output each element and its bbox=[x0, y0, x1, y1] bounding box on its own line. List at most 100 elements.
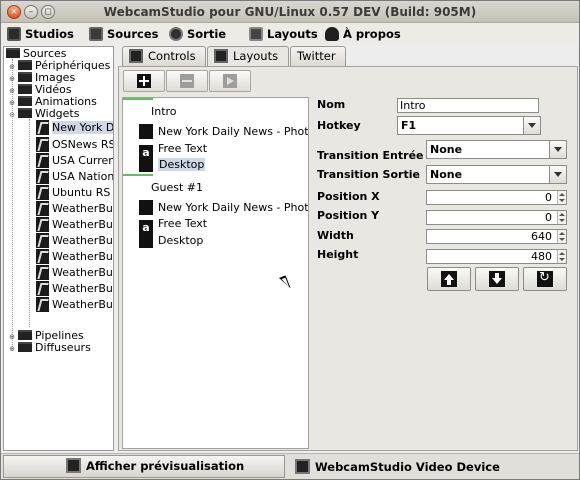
tree-widget-item[interactable]: Ubuntu RS bbox=[36, 185, 110, 200]
menu-sortie[interactable]: Sortie bbox=[169, 25, 226, 43]
menu-studios[interactable]: Studios bbox=[7, 25, 74, 43]
widget-icon bbox=[36, 153, 49, 168]
expand-toggle-icon[interactable]: ⊕ bbox=[8, 99, 16, 107]
chevron-down-icon[interactable] bbox=[523, 117, 540, 134]
layout-item[interactable]: a Free Text bbox=[139, 141, 207, 160]
expand-toggle-icon[interactable]: ⊕ bbox=[8, 87, 16, 95]
sources-icon bbox=[89, 27, 103, 41]
layout-group-label: Intro bbox=[151, 105, 177, 118]
position-x-label: Position X bbox=[317, 190, 380, 203]
show-preview-button[interactable]: Afficher prévisualisation bbox=[3, 455, 285, 478]
expand-toggle-icon[interactable]: ⊕ bbox=[8, 345, 16, 353]
app-window: × – ◻ WebcamStudio pour GNU/Linux 0.57 D… bbox=[0, 0, 580, 480]
transition-out-label: Transition Sortie bbox=[317, 168, 420, 181]
refresh-button[interactable] bbox=[523, 267, 567, 291]
expand-toggle-icon[interactable]: ⊕ bbox=[8, 333, 16, 341]
layout-item-label: New York Daily News - Photo bbox=[158, 125, 309, 138]
layout-item-label: Desktop bbox=[158, 158, 206, 171]
collapse-toggle-icon[interactable]: ⊖ bbox=[8, 111, 16, 119]
folder-icon bbox=[18, 96, 32, 106]
folder-icon bbox=[6, 48, 20, 58]
tree-widget-item[interactable]: WeatherBu bbox=[36, 265, 113, 280]
layout-group-guest[interactable]: Guest #1 bbox=[151, 180, 203, 196]
layout-item-label: New York Daily News - Photo bbox=[158, 201, 309, 214]
layout-item[interactable]: Desktop bbox=[139, 157, 206, 173]
tree-widget-label: WeatherBu bbox=[52, 202, 113, 215]
height-input[interactable]: 480 bbox=[426, 249, 567, 264]
video-device-status: WebcamStudio Video Device bbox=[295, 458, 500, 476]
spinner-arrows-icon[interactable] bbox=[557, 250, 566, 263]
tree-widget-item[interactable]: WeatherBu bbox=[36, 217, 113, 232]
tree-item-widgets[interactable]: ⊖ Widgets bbox=[8, 107, 79, 121]
expand-toggle-icon[interactable]: ⊕ bbox=[8, 63, 16, 71]
expand-toggle-icon[interactable]: ⊕ bbox=[8, 75, 16, 83]
nom-input[interactable]: Intro bbox=[397, 98, 539, 113]
position-x-input[interactable]: 0 bbox=[426, 190, 567, 205]
output-icon bbox=[169, 27, 183, 41]
arrow-up-icon bbox=[441, 271, 457, 287]
activate-layout-button[interactable] bbox=[209, 70, 251, 92]
spinner-arrows-icon[interactable] bbox=[557, 211, 566, 224]
tree-widget-label: WeatherBu bbox=[52, 298, 113, 311]
tree-widget-item[interactable]: OSNews RS bbox=[36, 137, 114, 152]
menu-sortie-label: Sortie bbox=[187, 27, 227, 41]
menu-sources[interactable]: Sources bbox=[89, 25, 159, 43]
widget-icon bbox=[36, 233, 49, 248]
tree-widget-item[interactable]: WeatherBu bbox=[36, 233, 113, 248]
transition-in-select[interactable]: None bbox=[426, 140, 567, 159]
tree-widget-label: USA Curren bbox=[52, 154, 114, 167]
widget-icon bbox=[36, 281, 49, 296]
move-down-button[interactable] bbox=[475, 267, 519, 291]
tree-widget-item[interactable]: WeatherBu bbox=[36, 297, 113, 312]
layout-item[interactable]: Desktop bbox=[139, 233, 203, 249]
about-icon bbox=[325, 27, 339, 41]
move-up-button[interactable] bbox=[427, 267, 471, 291]
tree-widget-item[interactable]: WeatherBu bbox=[36, 201, 113, 216]
tree-widget-label: OSNews RS bbox=[52, 138, 114, 151]
controls-icon bbox=[129, 49, 143, 63]
tab-controls[interactable]: Controls bbox=[122, 46, 206, 66]
hotkey-select[interactable]: F1 bbox=[397, 116, 541, 135]
add-layout-button[interactable] bbox=[123, 70, 165, 92]
layout-item[interactable]: a Free Text bbox=[139, 216, 208, 235]
widget-icon bbox=[36, 265, 49, 280]
folder-icon bbox=[18, 60, 32, 70]
spinner-arrows-icon[interactable] bbox=[557, 230, 566, 243]
menu-layouts[interactable]: Layouts bbox=[249, 25, 318, 43]
tab-layouts[interactable]: Layouts bbox=[207, 46, 289, 67]
tree-widget-item[interactable]: USA Nation bbox=[36, 169, 113, 184]
position-x-value: 0 bbox=[545, 191, 552, 204]
menu-studios-label: Studios bbox=[25, 27, 74, 41]
widget-icon bbox=[36, 297, 49, 312]
chevron-down-icon[interactable] bbox=[549, 141, 566, 158]
tree-widget-item[interactable]: USA Curren bbox=[36, 153, 114, 168]
tree-item-label: Widgets bbox=[35, 107, 80, 120]
tree-widget-item[interactable]: WeatherBu bbox=[36, 249, 113, 264]
nom-label: Nom bbox=[317, 98, 346, 111]
tree-widget-item[interactable]: WeatherBu bbox=[36, 281, 113, 296]
chevron-down-icon[interactable] bbox=[549, 166, 566, 183]
transition-in-label: Transition Entrée bbox=[317, 149, 424, 162]
menu-apropos[interactable]: À propos bbox=[325, 25, 401, 43]
layout-item[interactable]: New York Daily News - Photo bbox=[139, 124, 309, 140]
active-layout-indicator bbox=[123, 98, 153, 100]
transition-out-value: None bbox=[430, 168, 463, 181]
transition-in-value: None bbox=[430, 143, 463, 156]
spinner-arrows-icon[interactable] bbox=[557, 191, 566, 204]
tree-widget-label: WeatherBu bbox=[52, 266, 113, 279]
layout-item-label: Free Text bbox=[158, 217, 208, 230]
remove-layout-button[interactable] bbox=[166, 70, 208, 92]
widget-icon bbox=[36, 249, 49, 264]
width-input[interactable]: 640 bbox=[426, 229, 567, 244]
hotkey-value: F1 bbox=[401, 119, 417, 132]
layout-group-intro[interactable]: Intro bbox=[151, 104, 177, 120]
layout-item[interactable]: New York Daily News - Photo bbox=[139, 200, 309, 216]
tree-item-diffuseurs[interactable]: ⊕ Diffuseurs bbox=[8, 341, 91, 355]
refresh-icon bbox=[537, 270, 553, 287]
position-y-input[interactable]: 0 bbox=[426, 210, 567, 225]
window-title: WebcamStudio pour GNU/Linux 0.57 DEV (Bu… bbox=[103, 5, 477, 19]
tree-widget-item[interactable]: New York D bbox=[36, 120, 113, 135]
transition-out-select[interactable]: None bbox=[426, 165, 567, 184]
tab-twitter[interactable]: Twitter bbox=[290, 46, 346, 66]
menu-apropos-label: À propos bbox=[343, 27, 401, 41]
